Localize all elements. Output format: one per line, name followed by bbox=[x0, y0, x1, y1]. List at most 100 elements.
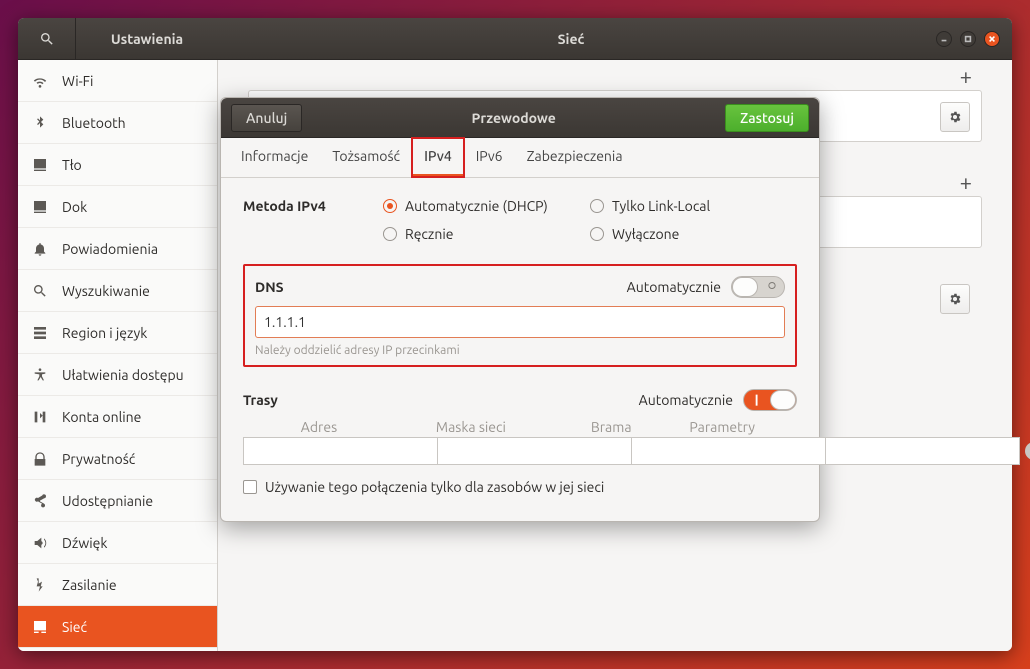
privacy-icon bbox=[32, 451, 48, 467]
sidebar-item-bluetooth[interactable]: Bluetooth bbox=[18, 102, 217, 144]
connection-dialog: Anuluj Przewodowe Zastosuj InformacjeToż… bbox=[220, 97, 820, 522]
route-metric-input[interactable] bbox=[825, 437, 1020, 465]
add-connection-button-2[interactable]: + bbox=[960, 170, 972, 195]
settings-gear-button[interactable] bbox=[940, 102, 970, 132]
dialog-titlebar: Anuluj Przewodowe Zastosuj bbox=[221, 98, 819, 138]
sidebar-item-region[interactable]: Region i język bbox=[18, 312, 217, 354]
only-resources-row[interactable]: Używanie tego połączenia tylko dla zasob… bbox=[243, 479, 797, 495]
sidebar-item-label: Ułatwienia dostępu bbox=[62, 367, 184, 383]
checkbox-icon bbox=[243, 480, 257, 494]
sidebar-item-privacy[interactable]: Prywatność bbox=[18, 438, 217, 480]
sidebar-item-search[interactable]: Wyszukiwanie bbox=[18, 270, 217, 312]
routes-section: Trasy Automatycznie Adres Maska sieci Br… bbox=[243, 389, 797, 495]
dialog-tabs: InformacjeTożsamośćIPv4IPv6Zabezpieczeni… bbox=[221, 138, 819, 178]
dns-input[interactable] bbox=[255, 306, 785, 338]
only-resources-label: Używanie tego połączenia tylko dla zasob… bbox=[265, 479, 604, 495]
tab-informacje[interactable]: Informacje bbox=[229, 138, 320, 177]
sidebar-item-power[interactable]: Zasilanie bbox=[18, 564, 217, 606]
method-auto-radio[interactable]: Automatycznie (DHCP) bbox=[383, 198, 590, 214]
sidebar-item-network[interactable]: Sieć bbox=[18, 606, 217, 648]
sidebar-item-label: Udostępnianie bbox=[62, 493, 153, 509]
sidebar-item-label: Prywatność bbox=[62, 451, 135, 467]
method-label: Metoda IPv4 bbox=[243, 198, 383, 214]
dns-auto-toggle[interactable] bbox=[731, 276, 785, 298]
dns-section: DNS Automatycznie Należy oddzielić adres… bbox=[243, 264, 797, 367]
page-title: Sieć bbox=[218, 31, 924, 47]
route-delete-button[interactable]: ✕ bbox=[1025, 442, 1030, 460]
routes-col-gw: Brama bbox=[547, 419, 676, 435]
sidebar-item-dock[interactable]: Dok bbox=[18, 186, 217, 228]
sidebar-item-label: Sieć bbox=[62, 619, 87, 635]
accounts-icon bbox=[32, 409, 48, 425]
app-title: Ustawienia bbox=[76, 31, 218, 47]
routes-auto-label: Automatycznie bbox=[639, 392, 733, 408]
sidebar-item-label: Wyszukiwanie bbox=[62, 283, 150, 299]
tab-ipv4[interactable]: IPv4 bbox=[412, 138, 464, 177]
radio-icon bbox=[590, 199, 604, 213]
ipv4-method-section: Metoda IPv4 Automatycznie (DHCP) Tylko L… bbox=[243, 198, 797, 242]
bell-icon bbox=[32, 241, 48, 257]
search-icon bbox=[32, 283, 48, 299]
routes-col-addr: Adres bbox=[243, 419, 395, 435]
routes-label: Trasy bbox=[243, 392, 639, 408]
sidebar-item-sharing[interactable]: Udostępnianie bbox=[18, 480, 217, 522]
dock-icon bbox=[32, 199, 48, 215]
radio-icon bbox=[383, 199, 397, 213]
sidebar-item-label: Bluetooth bbox=[62, 115, 126, 131]
accessibility-icon bbox=[32, 367, 48, 383]
tab-tożsamość[interactable]: Tożsamość bbox=[320, 138, 412, 177]
tab-zabezpieczenia[interactable]: Zabezpieczenia bbox=[515, 138, 635, 177]
sidebar-item-label: Dok bbox=[62, 199, 87, 215]
sidebar-item-label: Dźwięk bbox=[62, 535, 107, 551]
routes-row: ✕ bbox=[243, 437, 797, 465]
route-addr-input[interactable] bbox=[243, 437, 437, 465]
sidebar-item-accessibility[interactable]: Ułatwienia dostępu bbox=[18, 354, 217, 396]
settings-gear-button-2[interactable] bbox=[940, 284, 970, 314]
radio-icon bbox=[383, 227, 397, 241]
close-button[interactable] bbox=[984, 31, 1000, 47]
search-button[interactable] bbox=[18, 18, 76, 59]
method-manual-radio[interactable]: Ręcznie bbox=[383, 226, 590, 242]
routes-col-mask: Maska sieci bbox=[395, 419, 547, 435]
apply-button[interactable]: Zastosuj bbox=[725, 104, 809, 132]
sidebar-item-background[interactable]: Tło bbox=[18, 144, 217, 186]
route-gw-input[interactable] bbox=[631, 437, 825, 465]
routes-auto-toggle[interactable] bbox=[743, 389, 797, 411]
titlebar: Ustawienia Sieć bbox=[18, 18, 1012, 60]
sidebar-item-accounts[interactable]: Konta online bbox=[18, 396, 217, 438]
power-icon bbox=[32, 577, 48, 593]
cancel-button[interactable]: Anuluj bbox=[231, 104, 302, 132]
background-icon bbox=[32, 157, 48, 173]
tab-ipv6[interactable]: IPv6 bbox=[464, 138, 515, 177]
gear-icon bbox=[948, 110, 962, 124]
network-icon bbox=[32, 619, 48, 635]
sidebar-item-label: Powiadomienia bbox=[62, 241, 158, 257]
search-icon bbox=[39, 31, 55, 47]
add-connection-button[interactable]: + bbox=[960, 64, 972, 89]
dialog-title: Przewodowe bbox=[302, 110, 725, 126]
route-mask-input[interactable] bbox=[437, 437, 631, 465]
sidebar-item-label: Wi-Fi bbox=[62, 73, 93, 89]
maximize-button[interactable] bbox=[960, 31, 976, 47]
bluetooth-icon bbox=[32, 115, 48, 131]
gear-icon bbox=[948, 292, 962, 306]
wifi-icon bbox=[32, 73, 48, 89]
sidebar-item-label: Region i język bbox=[62, 325, 147, 341]
minimize-button[interactable] bbox=[936, 31, 952, 47]
dns-auto-label: Automatycznie bbox=[627, 279, 721, 295]
sidebar-item-wifi[interactable]: Wi-Fi bbox=[18, 60, 217, 102]
region-icon bbox=[32, 325, 48, 341]
method-off-radio[interactable]: Wyłączone bbox=[590, 226, 797, 242]
sidebar-item-label: Zasilanie bbox=[62, 577, 117, 593]
window-controls bbox=[924, 31, 1012, 47]
sidebar: Wi-Fi Bluetooth Tło Dok Powiadomienia Wyszuki… bbox=[18, 60, 218, 651]
radio-icon bbox=[590, 227, 604, 241]
sharing-icon bbox=[32, 493, 48, 509]
dns-label: DNS bbox=[255, 279, 627, 295]
sidebar-item-label: Tło bbox=[62, 157, 82, 173]
sidebar-item-bell[interactable]: Powiadomienia bbox=[18, 228, 217, 270]
dialog-body: Metoda IPv4 Automatycznie (DHCP) Tylko L… bbox=[221, 178, 819, 521]
dns-hint: Należy oddzielić adresy IP przecinkami bbox=[255, 344, 785, 357]
method-linklocal-radio[interactable]: Tylko Link-Local bbox=[590, 198, 797, 214]
sidebar-item-sound[interactable]: Dźwięk bbox=[18, 522, 217, 564]
